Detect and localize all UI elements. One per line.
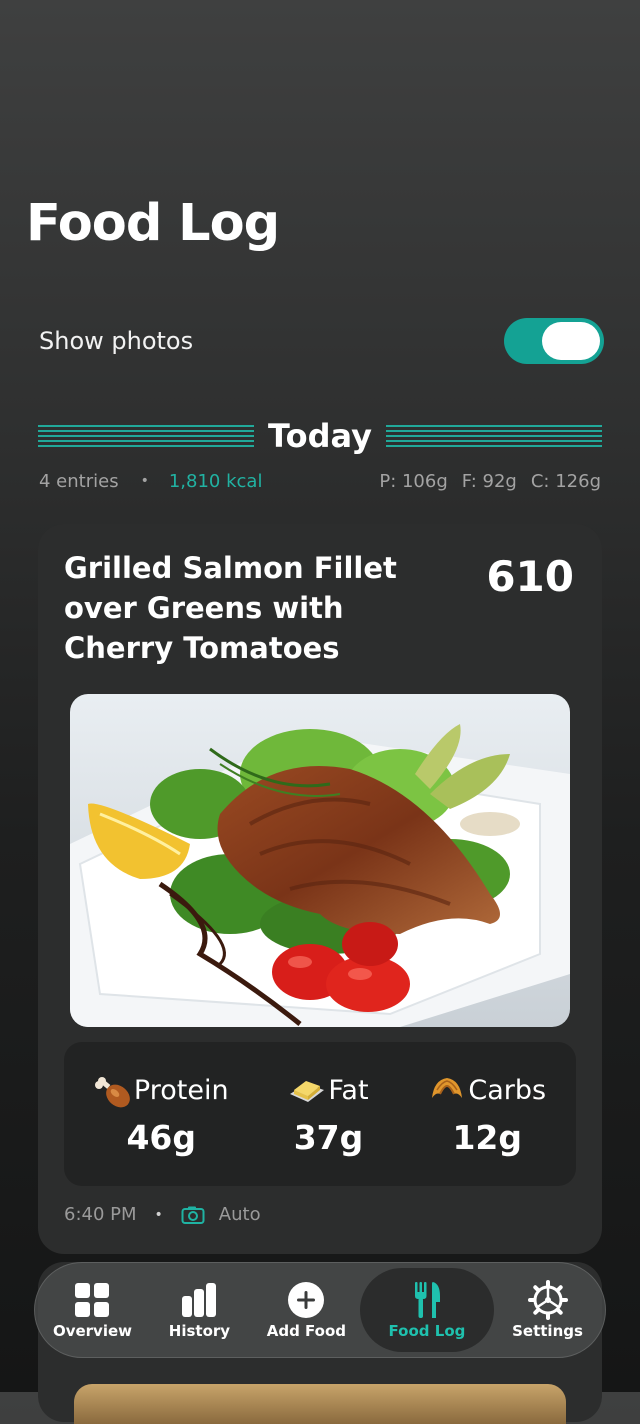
day-protein: P: 106g [379,470,448,492]
entry-meta: 6:40 PM • Auto [64,1204,261,1225]
day-label: Today [268,417,372,455]
entry-title: Grilled Salmon Fillet over Greens with C… [64,551,397,665]
macro-protein-head: Protein [94,1072,229,1110]
tab-history-label: History [168,1322,231,1340]
show-photos-toggle[interactable] [504,318,604,364]
next-entry-photo [74,1384,566,1424]
entry-time: 6:40 PM [64,1204,137,1225]
tab-add-food-label: Add Food [266,1322,347,1340]
food-entry-card[interactable]: Grilled Salmon Fillet over Greens with C… [38,524,602,1254]
macro-protein: Protein 46g [94,1072,229,1157]
entry-source: Auto [218,1204,261,1225]
tab-settings-label: Settings [512,1322,583,1340]
show-photos-row: Show photos [39,318,604,364]
fat-value: 37g [293,1117,364,1157]
gear-icon [527,1280,568,1320]
toggle-knob [542,322,600,360]
day-kcal: 1,810 kcal [168,470,263,492]
tab-food-log-label: Food Log [388,1322,466,1340]
tab-overview[interactable]: Overview [39,1268,146,1352]
tab-overview-label: Overview [52,1322,132,1340]
bottom-tab-bar: Overview History Add Food Food Log Setti… [34,1262,606,1358]
day-macro-summary: P: 106g F: 92g C: 126g [379,471,601,492]
fork-knife-icon [414,1282,440,1318]
fat-label: Fat [328,1075,369,1106]
tab-food-log[interactable]: Food Log [359,1268,495,1352]
drumstick-icon [94,1076,130,1107]
tab-add-food[interactable]: Add Food [253,1268,360,1352]
grilled-salmon-photo[interactable] [70,694,570,1027]
macro-fat-head: Fat [288,1072,369,1110]
day-summary: 4 entries • 1,810 kcal P: 106g F: 92g C:… [39,468,601,494]
camera-icon [181,1206,205,1224]
entry-count: 4 entries [39,470,119,492]
day-header: Today [38,414,602,458]
macro-carbs: Carbs 12g [428,1072,546,1157]
macro-fat: Fat 37g [288,1072,369,1157]
butter-icon [290,1080,325,1102]
page-title: Food Log [26,194,280,253]
show-photos-label: Show photos [39,327,194,355]
tab-settings[interactable]: Settings [494,1268,601,1352]
plus-circle-icon [288,1282,325,1318]
protein-value: 46g [126,1117,196,1157]
protein-label: Protein [133,1075,229,1106]
day-header-right-lines [385,425,602,447]
tab-history[interactable]: History [146,1268,253,1352]
day-header-left-lines [38,425,255,447]
macro-carbs-head: Carbs [428,1072,546,1110]
separator-dot: • [140,473,149,489]
carbs-value: 12g [452,1117,522,1157]
day-carbs: C: 126g [530,470,601,492]
separator-dot: • [154,1206,163,1223]
carbs-label: Carbs [468,1075,547,1106]
grid-icon [75,1283,110,1317]
entry-calories: 610 [486,552,574,601]
croissant-icon [432,1077,463,1098]
macro-panel: Protein 46g Fat 37g Carbs 12g [64,1042,576,1186]
day-fat: F: 92g [461,470,517,492]
bar-chart-icon [182,1283,217,1317]
